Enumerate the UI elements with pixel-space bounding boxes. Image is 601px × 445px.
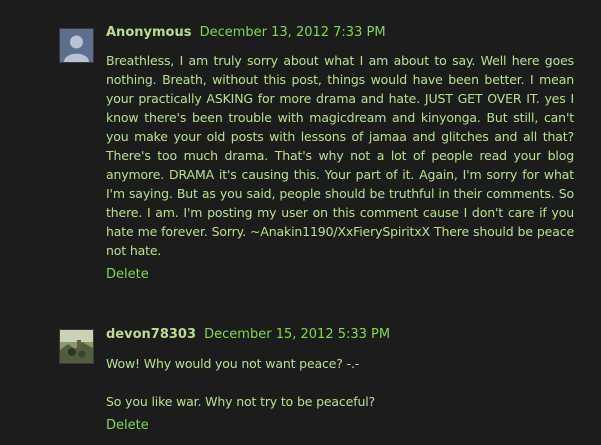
delete-comment-link[interactable]: Delete [106, 267, 149, 283]
comment-paragraph: So you like war. Why not try to be peace… [106, 394, 376, 409]
comment-paragraph: Wow! Why would you not want peace? -.- [106, 356, 360, 371]
comment-author[interactable]: Anonymous [106, 25, 191, 40]
comment-body: Wow! Why would you not want peace? -.- S… [106, 354, 574, 411]
comment-timestamp-link[interactable]: December 15, 2012 5:33 PM [204, 327, 390, 342]
default-user-icon[interactable] [59, 28, 94, 63]
comment-header: devon78303 December 15, 2012 5:33 PM [106, 327, 390, 343]
user-photo-avatar[interactable] [59, 329, 94, 364]
comment-header: Anonymous December 13, 2012 7:33 PM [106, 25, 386, 41]
comment-timestamp-link[interactable]: December 13, 2012 7:33 PM [200, 25, 386, 40]
comment-paragraph: Breathless, I am truly sorry about what … [106, 53, 574, 258]
delete-comment-link[interactable]: Delete [106, 418, 149, 434]
comment-author[interactable]: devon78303 [106, 327, 196, 342]
comment-body: Breathless, I am truly sorry about what … [106, 51, 574, 260]
